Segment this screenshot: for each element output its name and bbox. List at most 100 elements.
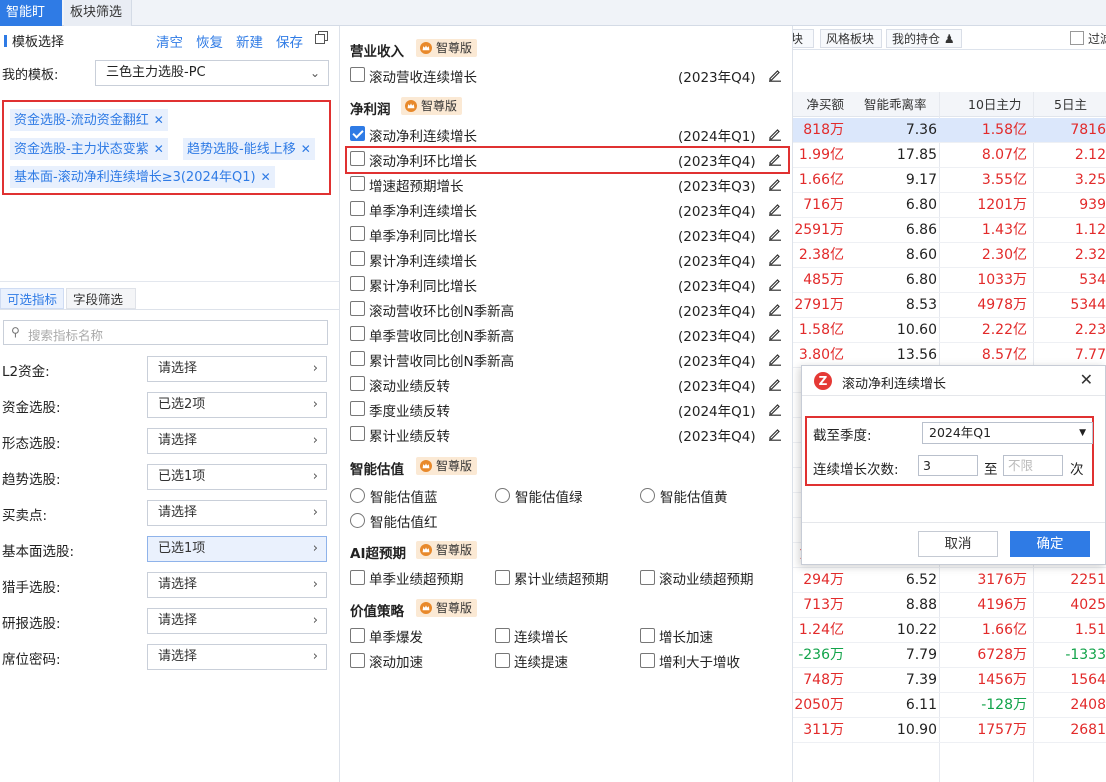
quarter-select[interactable]: 2024年Q1 ▼ — [922, 422, 1093, 444]
table-row[interactable]: 748万 7.39 1456万 1564 — [792, 668, 1106, 693]
indicator-checkbox[interactable] — [350, 276, 365, 291]
filter-select[interactable]: 请选择 › — [147, 572, 327, 598]
edit-icon[interactable] — [768, 377, 782, 391]
table-cell: 2.23 — [1074, 322, 1106, 338]
clear-button[interactable]: 清空 — [156, 31, 183, 51]
table-row[interactable]: 2791万 8.53 4978万 5344 — [792, 293, 1106, 318]
edit-icon[interactable] — [768, 427, 782, 441]
cancel-button[interactable]: 取消 — [918, 531, 998, 557]
indicator-checkbox[interactable] — [350, 401, 365, 416]
count-max-input[interactable]: 不限 — [1003, 455, 1063, 476]
col-net-buy[interactable]: 净买额 — [792, 92, 844, 117]
copy-icon[interactable] — [315, 31, 329, 45]
radio-button[interactable] — [350, 513, 365, 528]
indicator-checkbox[interactable] — [350, 176, 365, 191]
edit-icon[interactable] — [768, 68, 782, 82]
close-icon[interactable]: ✕ — [1080, 370, 1093, 389]
option-checkbox[interactable] — [350, 570, 365, 585]
edit-icon[interactable] — [768, 127, 782, 141]
search-input[interactable]: ⚲ 搜索指标名称 — [3, 320, 328, 345]
edit-icon[interactable] — [768, 227, 782, 241]
table-row[interactable]: 294万 6.52 3176万 2251 — [792, 568, 1106, 593]
table-row[interactable]: 2050万 6.11 -128万 2408 — [792, 693, 1106, 718]
table-row[interactable]: 716万 6.80 1201万 939 — [792, 193, 1106, 218]
filter-select[interactable]: 请选择 › — [147, 500, 327, 526]
tab-my-holdings[interactable]: 我的持仓 ♟ — [886, 29, 962, 48]
indicator-checkbox[interactable] — [350, 426, 365, 441]
tab-available-indicators[interactable]: 可选指标 — [0, 288, 64, 309]
option-checkbox[interactable] — [495, 653, 510, 668]
option-checkbox[interactable] — [495, 570, 510, 585]
option-checkbox[interactable] — [640, 653, 655, 668]
edit-icon[interactable] — [768, 302, 782, 316]
table-row[interactable]: 311万 10.90 1757万 2681 — [792, 718, 1106, 743]
indicator-checkbox[interactable] — [350, 151, 365, 166]
option-checkbox[interactable] — [640, 570, 655, 585]
remove-chip-icon[interactable]: ✕ — [261, 170, 271, 184]
remove-chip-icon[interactable]: ✕ — [154, 142, 164, 156]
remove-chip-icon[interactable]: ✕ — [154, 113, 164, 127]
indicator-checkbox[interactable] — [350, 126, 365, 141]
option-checkbox[interactable] — [350, 628, 365, 643]
count-min-input[interactable]: 3 — [918, 455, 978, 476]
restore-button[interactable]: 恢复 — [196, 31, 223, 51]
my-template-select[interactable]: 三色主力选股-PC ⌄ — [95, 60, 329, 86]
tab-sector[interactable]: 块 — [792, 29, 814, 48]
tab-smart-watch[interactable]: 智能盯盘 — [0, 0, 62, 46]
indicator-checkbox[interactable] — [350, 376, 365, 391]
indicator-checkbox[interactable] — [350, 351, 365, 366]
filter-select[interactable]: 已选2项 › — [147, 392, 327, 418]
indicator-checkbox[interactable] — [350, 226, 365, 241]
filter-select[interactable]: 已选1项 › — [147, 536, 327, 562]
indicator-checkbox[interactable] — [350, 326, 365, 341]
tab-style-sector[interactable]: 风格板块 — [820, 29, 882, 48]
table-cell: 1.51 — [1074, 622, 1106, 638]
col-10d-main[interactable]: 10日主力 — [968, 92, 1030, 117]
indicator-period: (2023年Q4) — [678, 429, 756, 445]
option-checkbox[interactable] — [640, 628, 655, 643]
edit-icon[interactable] — [768, 177, 782, 191]
table-cell: 6.86 — [905, 222, 937, 238]
edit-icon[interactable] — [768, 352, 782, 366]
option-checkbox[interactable] — [350, 653, 365, 668]
tab-sector-filter[interactable]: 板块筛选 — [64, 0, 132, 26]
filter-select[interactable]: 请选择 › — [147, 644, 327, 670]
edit-icon[interactable] — [768, 402, 782, 416]
table-row[interactable]: 1.66亿 9.17 3.55亿 3.25 — [792, 168, 1106, 193]
indicator-checkbox[interactable] — [350, 301, 365, 316]
col-smart-deviation[interactable]: 智能乖离率 — [864, 92, 944, 117]
table-row[interactable]: 1.24亿 10.22 1.66亿 1.51 — [792, 618, 1106, 643]
table-row[interactable]: 818万 7.36 1.58亿 7816 — [792, 118, 1106, 143]
edit-icon[interactable] — [768, 327, 782, 341]
filter-checkbox[interactable] — [1070, 31, 1084, 45]
filter-select[interactable]: 请选择 › — [147, 356, 327, 382]
indicator-period: (2023年Q4) — [678, 354, 756, 370]
radio-button[interactable] — [640, 488, 655, 503]
edit-icon[interactable] — [768, 252, 782, 266]
tab-field-filter[interactable]: 字段筛选 — [66, 288, 136, 309]
remove-chip-icon[interactable]: ✕ — [301, 142, 311, 156]
indicator-checkbox[interactable] — [350, 201, 365, 216]
table-row[interactable]: 2591万 6.86 1.43亿 1.12 — [792, 218, 1106, 243]
table-row[interactable]: 485万 6.80 1033万 534 — [792, 268, 1106, 293]
confirm-button[interactable]: 确定 — [1010, 531, 1090, 557]
filter-select[interactable]: 请选择 › — [147, 428, 327, 454]
indicator-checkbox[interactable] — [350, 251, 365, 266]
table-row[interactable]: -236万 7.79 6728万 -1333 — [792, 643, 1106, 668]
indicator-checkbox[interactable] — [350, 67, 365, 82]
radio-button[interactable] — [495, 488, 510, 503]
table-row[interactable]: 2.38亿 8.60 2.30亿 2.32 — [792, 243, 1106, 268]
col-5d-main[interactable]: 5日主 — [1054, 92, 1106, 117]
radio-button[interactable] — [350, 488, 365, 503]
edit-icon[interactable] — [768, 277, 782, 291]
option-checkbox[interactable] — [495, 628, 510, 643]
edit-icon[interactable] — [768, 202, 782, 216]
table-row[interactable]: 1.58亿 10.60 2.22亿 2.23 — [792, 318, 1106, 343]
new-button[interactable]: 新建 — [236, 31, 263, 51]
table-row[interactable]: 1.99亿 17.85 8.07亿 2.12 — [792, 143, 1106, 168]
filter-select[interactable]: 已选1项 › — [147, 464, 327, 490]
edit-icon[interactable] — [768, 152, 782, 166]
table-row[interactable]: 713万 8.88 4196万 4025 — [792, 593, 1106, 618]
filter-select[interactable]: 请选择 › — [147, 608, 327, 634]
save-button[interactable]: 保存 — [276, 31, 303, 51]
